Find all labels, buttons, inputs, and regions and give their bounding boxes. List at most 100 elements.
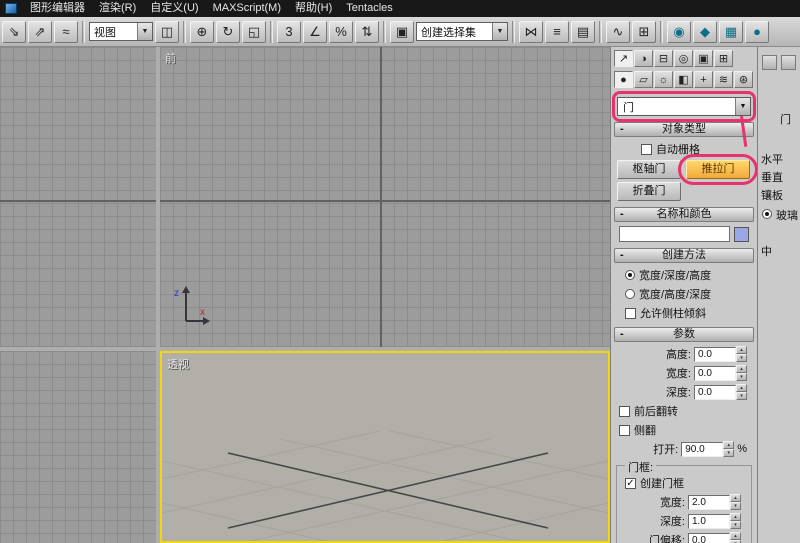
menu-rendering[interactable]: 渲染(R) [92,0,143,17]
spin-up-icon[interactable]: ▴ [736,365,747,373]
render-setup-icon[interactable]: ◆ [693,21,717,43]
rollout-creation-method[interactable]: - 创建方法 [614,248,754,263]
selection-region-icon[interactable]: ◫ [155,21,179,43]
spin-down-icon[interactable]: ▾ [736,354,747,362]
subcategory-dropdown[interactable]: 门 ▼ [617,97,751,116]
rollout-name-color[interactable]: - 名称和颜色 [614,207,754,222]
spin-down-icon[interactable]: ▾ [730,502,741,510]
depth-spinner-arrows[interactable]: ▴ ▾ [736,384,747,400]
chevron-down-icon[interactable]: ▼ [735,98,750,115]
rendered-frame-window-icon[interactable]: ▦ [719,21,743,43]
frame-depth-spinner-arrows[interactable]: ▴ ▾ [730,513,741,529]
radio-width-height-depth[interactable] [625,289,635,299]
menu-maxscript[interactable]: MAXScript(M) [206,0,288,17]
flip-front-back-checkbox[interactable] [619,406,630,417]
panel-icon[interactable] [781,55,796,70]
frame-depth-input[interactable]: 1.0 [688,514,730,529]
select-and-move-icon[interactable]: ⊕ [190,21,214,43]
door-offset-spinner-arrows[interactable]: ▴ ▾ [730,532,741,543]
allow-jamb-tilt-checkbox[interactable] [625,308,636,319]
category-lights-icon[interactable]: ☼ [654,71,673,88]
unlink-selection-icon[interactable]: ⇗ [28,21,52,43]
height-spinner-arrows[interactable]: ▴ ▾ [736,346,747,362]
tab-display-icon[interactable]: ▣ [694,50,713,67]
create-frame-checkbox[interactable]: ✓ [625,478,636,489]
spinner-snap-icon[interactable]: ⇅ [355,21,379,43]
viewport-perspective[interactable]: 透视 [160,351,610,543]
viewport-front[interactable]: 前 z x [160,47,610,347]
flip-side-checkbox[interactable] [619,425,630,436]
tab-motion-icon[interactable]: ◎ [674,50,693,67]
category-spacewarps-icon[interactable]: ≋ [714,71,733,88]
category-systems-icon[interactable]: ⊛ [734,71,753,88]
frame-width-input[interactable]: 2.0 [688,495,730,510]
spin-down-icon[interactable]: ▾ [736,373,747,381]
frame-width-spinner-arrows[interactable]: ▴ ▾ [730,494,741,510]
spin-down-icon[interactable]: ▾ [730,521,741,529]
height-input[interactable]: 0.0 [694,347,736,362]
spin-up-icon[interactable]: ▴ [723,441,734,449]
object-color-swatch[interactable] [734,227,749,242]
snap-toggle-3d-icon[interactable]: 3 [277,21,301,43]
depth-input[interactable]: 0.0 [694,385,736,400]
object-name-input[interactable] [619,226,730,242]
spin-down-icon[interactable]: ▾ [723,449,734,457]
open-input[interactable]: 90.0 [681,442,723,457]
folding-door-button[interactable]: 折叠门 [617,182,681,201]
named-selection-set-value: 创建选择集 [417,24,476,40]
named-selection-set-dropdown[interactable]: 创建选择集 ▼ [416,22,508,41]
menu-customize[interactable]: 自定义(U) [143,0,205,17]
width-spinner-arrows[interactable]: ▴ ▾ [736,365,747,381]
open-spinner-arrows[interactable]: ▴ ▾ [723,441,734,457]
sliding-door-button[interactable]: 推拉门 [686,160,750,179]
chevron-down-icon[interactable]: ▼ [492,23,507,40]
width-input[interactable]: 0.0 [694,366,736,381]
spin-down-icon[interactable]: ▾ [736,392,747,400]
menu-help[interactable]: 帮助(H) [288,0,339,17]
spin-up-icon[interactable]: ▴ [730,532,741,540]
category-geometry-icon[interactable]: ● [614,71,633,88]
menu-tentacles[interactable]: Tentacles [339,0,399,17]
edit-named-selection-icon[interactable]: ▣ [390,21,414,43]
select-and-link-icon[interactable]: ⇘ [2,21,26,43]
viewport-perspective-label[interactable]: 透视 [167,356,189,372]
tab-hierarchy-icon[interactable]: ⊟ [654,50,673,67]
layer-manager-icon[interactable]: ▤ [571,21,595,43]
spin-up-icon[interactable]: ▴ [730,494,741,502]
angle-snap-icon[interactable]: ∠ [303,21,327,43]
select-and-scale-icon[interactable]: ◱ [242,21,266,43]
bind-to-spacewarp-icon[interactable]: ≈ [54,21,78,43]
viewport-left-partial[interactable] [0,351,156,543]
panel-icon[interactable] [762,55,777,70]
spin-up-icon[interactable]: ▴ [736,346,747,354]
door-offset-input[interactable]: 0.0 [688,533,730,543]
viewport-front-label[interactable]: 前 [165,50,176,66]
category-helpers-icon[interactable]: + [694,71,713,88]
tab-modify-icon[interactable]: ◑ [634,50,653,67]
render-production-icon[interactable]: ● [745,21,769,43]
category-shapes-icon[interactable]: ▱ [634,71,653,88]
viewport-top-partial[interactable] [0,47,156,347]
rollout-parameters[interactable]: - 参数 [614,327,754,342]
view-dropdown[interactable]: 视图 ▼ [89,22,153,41]
spin-up-icon[interactable]: ▴ [736,384,747,392]
radio-width-depth-height[interactable] [625,270,635,280]
rollout-object-type[interactable]: - 对象类型 [614,122,754,137]
schematic-view-icon[interactable]: ⊞ [632,21,656,43]
chevron-down-icon[interactable]: ▼ [137,23,152,40]
material-editor-icon[interactable]: ◉ [667,21,691,43]
strip-radio[interactable] [762,209,772,219]
mirror-icon[interactable]: ⋈ [519,21,543,43]
autogrid-checkbox[interactable] [641,144,652,155]
tab-create-icon[interactable]: ↗ [614,50,633,67]
app-icon[interactable] [5,3,17,14]
select-and-rotate-icon[interactable]: ↻ [216,21,240,43]
tab-utilities-icon[interactable]: ⊞ [714,50,733,67]
pivot-door-button[interactable]: 枢轴门 [617,160,681,179]
percent-snap-icon[interactable]: % [329,21,353,43]
menu-graph-editors[interactable]: 图形编辑器 [23,0,92,17]
category-cameras-icon[interactable]: ◧ [674,71,693,88]
align-icon[interactable]: ≡ [545,21,569,43]
curve-editor-icon[interactable]: ∿ [606,21,630,43]
spin-up-icon[interactable]: ▴ [730,513,741,521]
